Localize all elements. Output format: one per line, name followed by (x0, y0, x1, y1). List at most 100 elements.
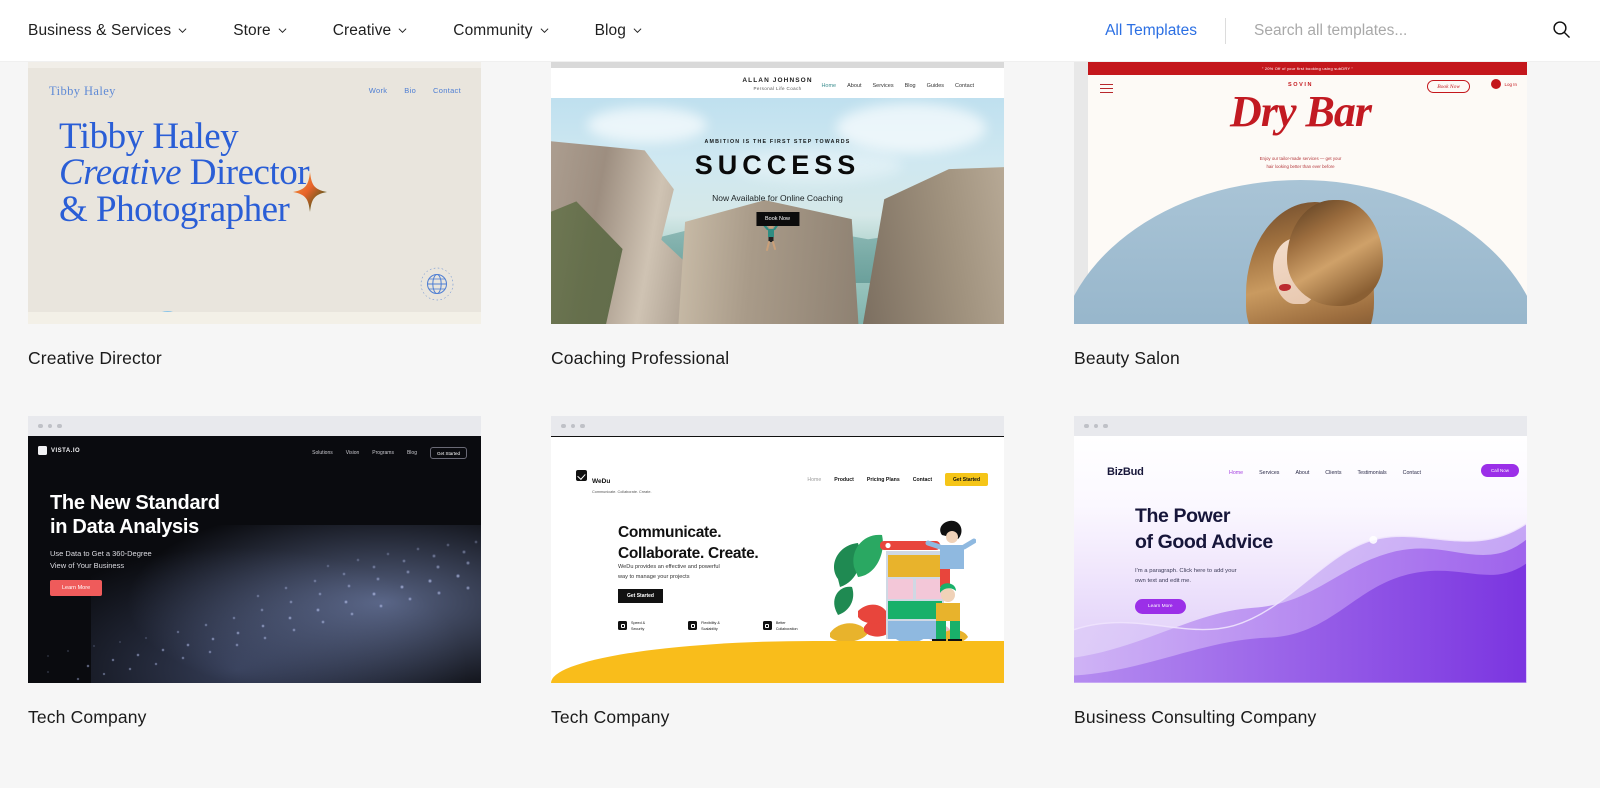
template-title: Coaching Professional (551, 348, 730, 368)
template-thumbnail[interactable]: Tibby Haley Work Bio Contact Tibby Haley… (28, 62, 481, 324)
preview-heading-line-2: in Data Analysis (50, 516, 199, 539)
preview-cta-button: Get Started (429, 447, 467, 459)
template-card-creative-director[interactable]: Tibby Haley Work Bio Contact Tibby Haley… (28, 62, 481, 369)
preview-logo: WeDu Communicate. Collaborate. Create. (576, 470, 652, 494)
preview-nav-item: Blog (904, 83, 916, 89)
search-input[interactable] (1254, 22, 1534, 40)
preview-heading-line-2: Creative Director (59, 152, 310, 194)
preview-nav-item: Contact (1402, 470, 1421, 476)
preview-nav: Home Product Pricing Plans Contact Get S… (807, 473, 988, 486)
preview-footer-strip (28, 312, 481, 324)
preview-nav-item: Contact (955, 83, 974, 89)
preview-nav-item: Home (1229, 470, 1244, 476)
browser-chrome-bar (551, 416, 1004, 436)
nav-item-label: Creative (332, 21, 392, 39)
preview-heading-italic: Creative (59, 152, 182, 194)
preview-nav-item: Contact (912, 476, 933, 483)
nav-item-business-services[interactable]: Business & Services (28, 22, 211, 40)
preview-nav-item: Vision (345, 450, 360, 456)
preview-nav-item: Solutions (312, 450, 333, 456)
preview-logo: Tibby Haley (49, 84, 116, 98)
main-navigation: Business & Services Store Creative Commu… (0, 22, 666, 40)
chevron-down-icon (540, 26, 549, 35)
preview-nav-item: Programs (372, 450, 394, 456)
preview-heading-line-1: Tibby Haley (59, 116, 239, 157)
preview-nav: Work Bio Contact (369, 86, 461, 95)
preview-subtext-line-1: Use Data to Get a 360-Degree (50, 549, 152, 558)
template-card-beauty-salon[interactable]: " 20% Off of your first booking using su… (1074, 62, 1527, 369)
template-thumbnail[interactable]: VISTA.IO Solutions Vision Programs Blog … (28, 416, 481, 683)
preview-wedu: WeDu Communicate. Collaborate. Create. H… (551, 416, 1004, 683)
preview-feature-line-2: Collaboration (775, 626, 798, 631)
nav-item-creative[interactable]: Creative (333, 22, 432, 40)
preview-nav-item: Services (1259, 470, 1280, 476)
header-right-section: All Templates (1105, 0, 1600, 62)
preview-feature-line-2: Security (631, 626, 645, 631)
nav-item-store[interactable]: Store (233, 22, 311, 40)
search-button[interactable] (1544, 14, 1578, 48)
template-title: Beauty Salon (1074, 348, 1180, 368)
preview-headline: SUCCESS (694, 149, 861, 180)
nav-item-blog[interactable]: Blog (595, 22, 666, 40)
preview-feature-list: Speed & Security Flexibility & Scalabili… (618, 621, 798, 632)
preview-heading-rest: Director (181, 152, 310, 194)
preview-nav-item: Bio (404, 86, 417, 95)
preview-cta-button: Get Started (945, 473, 988, 486)
template-card-tech-company-vista[interactable]: VISTA.IO Solutions Vision Programs Blog … (28, 416, 481, 728)
preview-logo: VISTA.IO (38, 446, 80, 455)
preview-subtext-line-1: I'm a paragraph. Click here to add your (1135, 568, 1237, 574)
preview-nav: Home Services About Clients Testimonials… (1229, 470, 1421, 476)
preview-cta-button: Book Now (755, 212, 800, 227)
globe-badge-icon (413, 260, 461, 308)
preview-nav-item: About (1295, 470, 1310, 476)
preview-book-button: Book Now (1427, 80, 1470, 93)
preview-tagline-line-2: hair looking better than ever before (1266, 163, 1335, 169)
preview-nav: Solutions Vision Programs Blog Get Start… (312, 447, 467, 459)
template-thumbnail[interactable]: ALLAN JOHNSON Personal Life Coach Home A… (551, 62, 1004, 324)
preview-feature-item: Speed & Security (618, 621, 645, 632)
preview-heading: Communicate. Collaborate. Create. (618, 523, 759, 565)
preview-subhead: Now Available for Online Coaching (712, 192, 843, 203)
site-header: Business & Services Store Creative Commu… (0, 0, 1600, 62)
preview-brand-script: Dry Bar (1230, 87, 1372, 136)
preview-subtext-line-1: WeDu provides an effective and powerful (618, 564, 720, 570)
browser-chrome-bar (28, 416, 481, 436)
preview-nav-item: Home (807, 476, 822, 483)
preview-subtext: Use Data to Get a 360-Degree View of You… (50, 548, 152, 571)
header-divider (1225, 18, 1226, 44)
template-title: Tech Company (551, 707, 670, 727)
template-card-tech-company-wedu[interactable]: WeDu Communicate. Collaborate. Create. H… (551, 416, 1004, 728)
template-thumbnail[interactable]: WeDu Communicate. Collaborate. Create. H… (551, 416, 1004, 683)
all-templates-link[interactable]: All Templates (1105, 22, 1197, 40)
preview-heading-line-1: The Power (1135, 505, 1231, 527)
preview-promo-bar: " 20% Off of your first booking using su… (1088, 62, 1527, 75)
preview-vista: VISTA.IO Solutions Vision Programs Blog … (28, 416, 481, 683)
preview-brand: ALLAN JOHNSON Personal Life Coach (742, 77, 812, 91)
preview-nav-item: Testimonials (1357, 470, 1387, 476)
preview-call-now-button: Call Now (1480, 464, 1519, 477)
template-thumbnail[interactable]: " 20% Off of your first booking using su… (1074, 62, 1527, 324)
checkmark-icon (576, 470, 587, 481)
preview-feature-text: Better Collaboration (776, 621, 798, 632)
vista-logo-mark-icon (38, 446, 47, 455)
template-grid-row-1: Tibby Haley Work Bio Contact Tibby Haley… (0, 62, 1600, 369)
preview-feature-item: Flexibility & Scalability (688, 621, 720, 632)
cloud-shape (835, 102, 986, 153)
preview-navbar: ALLAN JOHNSON Personal Life Coach Home A… (551, 68, 1004, 98)
template-thumbnail[interactable]: BizBud Home Services About Clients Testi… (1074, 416, 1527, 683)
preview-brand-name: ALLAN JOHNSON (742, 77, 813, 84)
template-card-business-consulting[interactable]: BizBud Home Services About Clients Testi… (1074, 416, 1527, 728)
search-icon (1552, 20, 1571, 42)
preview-heading-line-2: Collaborate. Create. (618, 544, 759, 562)
template-card-coaching-professional[interactable]: ALLAN JOHNSON Personal Life Coach Home A… (551, 62, 1004, 369)
preview-body: WeDu Communicate. Collaborate. Create. H… (551, 436, 1004, 683)
feature-icon (618, 621, 627, 630)
cloud-shape (587, 107, 708, 144)
nav-item-community[interactable]: Community (453, 22, 572, 40)
chevron-down-icon (398, 26, 407, 35)
preview-logo: BizBud (1107, 466, 1144, 478)
preview-feature-line-1: Flexibility & (701, 621, 720, 625)
template-title: Tech Company (28, 707, 147, 727)
preview-body: VISTA.IO Solutions Vision Programs Blog … (28, 436, 481, 683)
feature-icon (762, 621, 772, 630)
